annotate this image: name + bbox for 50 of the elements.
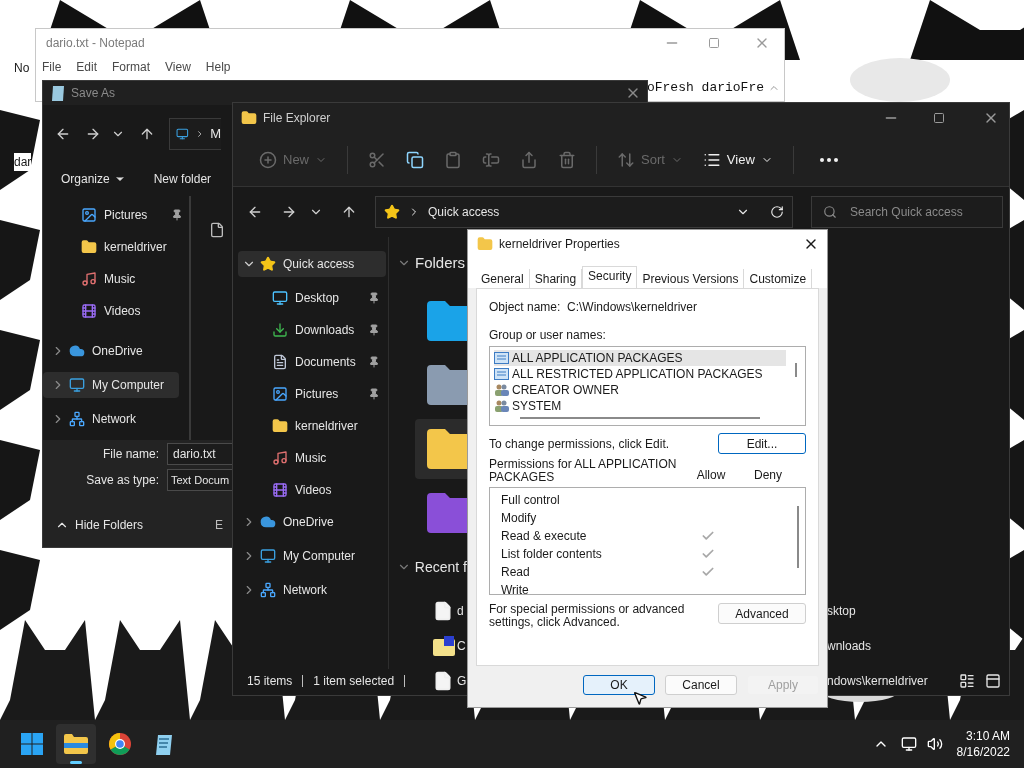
field-label: E (215, 516, 223, 534)
status-text: 1 item selected (313, 673, 395, 690)
window-title: dario.txt - Notepad (46, 35, 146, 52)
column-header: Deny (753, 467, 783, 484)
nav-label: Music (104, 270, 137, 288)
nav-label: OneDrive (92, 342, 144, 360)
file-name: d (457, 602, 465, 620)
window-title: File Explorer (263, 110, 332, 127)
file-location: sktop (827, 602, 856, 620)
permission-name: Full control (501, 492, 561, 509)
nav-label: My Computer (92, 376, 166, 394)
nav-label: kerneldriver (104, 238, 168, 256)
permission-name: Read & execute (501, 528, 588, 545)
object-name-value: C:\Windows\kerneldriver (567, 299, 698, 316)
nav-label: Videos (104, 302, 142, 320)
nav-label: My Computer (283, 548, 357, 565)
field-label: File name: (101, 445, 160, 463)
column-header: Allow (695, 467, 727, 484)
object-name-label: Object name: (489, 299, 562, 316)
nav-label: Music (295, 450, 328, 467)
hint-text: To change permissions, click Edit. (489, 435, 671, 453)
file-location: ndows\kerneldriver (827, 672, 928, 690)
file-name: G (457, 672, 468, 690)
window-title: Save As (71, 84, 117, 102)
nav-label: Videos (295, 482, 333, 499)
address-text: M (210, 124, 221, 143)
permission-name: Read (501, 564, 531, 581)
address-text: Quick access (428, 204, 501, 221)
file-name: C (457, 637, 467, 655)
nav-label: Pictures (104, 206, 149, 224)
nav-label: Network (283, 582, 328, 599)
groups-label: Group or user names: (489, 327, 607, 344)
nav-label: kerneldriver (295, 418, 359, 435)
field-label: Save as type: (85, 471, 160, 489)
permission-name: Modify (501, 510, 538, 527)
permission-name: List folder contents (501, 546, 603, 563)
nav-label: Network (92, 410, 137, 428)
nav-label: Downloads (295, 322, 356, 339)
status-text: 15 items (247, 673, 293, 690)
permissions-label: Permissions for ALL APPLICATION PACKAGES (489, 458, 678, 484)
nav-label: Desktop (295, 290, 341, 307)
hint-text: For special permissions or advanced settings, click Advanced. (489, 603, 686, 629)
file-location: wnloads (827, 637, 872, 655)
nav-label: Quick access (283, 256, 356, 273)
nav-label: Documents (295, 354, 357, 371)
nav-label: Pictures (295, 386, 340, 403)
permission-name: Write (501, 582, 530, 599)
text-line: oFresh darioFre (646, 79, 764, 98)
dialog-title: kerneldriver Properties (499, 236, 621, 253)
nav-label: OneDrive (283, 514, 335, 531)
